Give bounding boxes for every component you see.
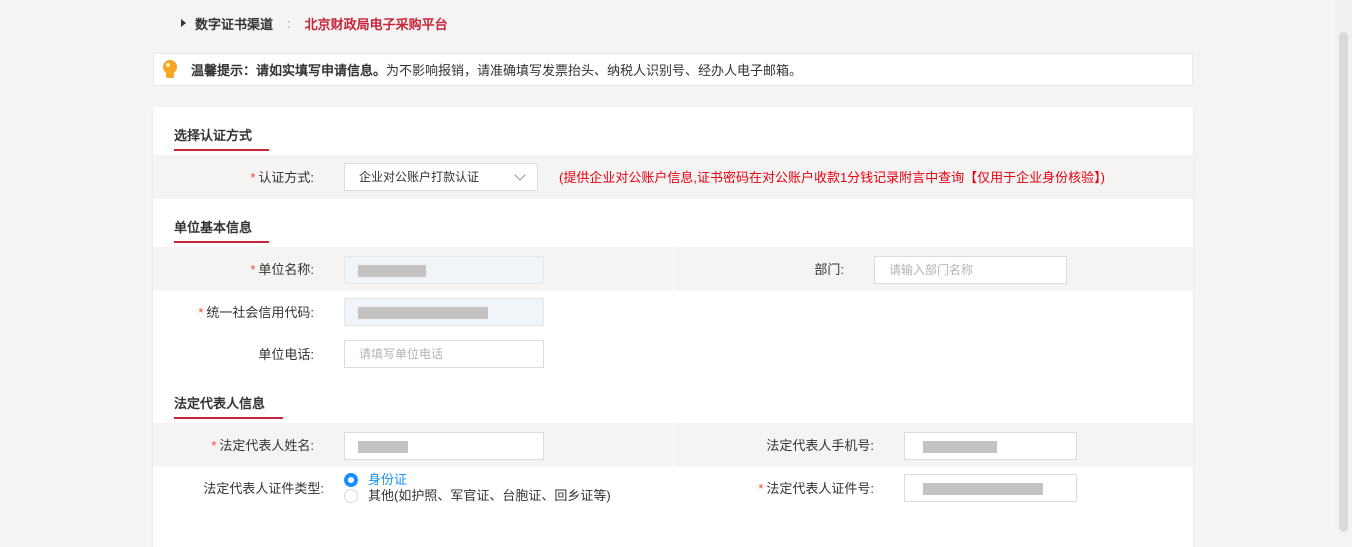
section-underline — [174, 241, 269, 243]
redacted-value — [923, 483, 1043, 495]
legal-mobile-label: 法定代表人手机号: — [766, 438, 874, 453]
credit-code-row: * 统一社会信用代码: — [153, 291, 1193, 335]
legal-id-type-label: 法定代表人证件类型: — [203, 481, 324, 496]
legal-name-input[interactable] — [344, 432, 544, 460]
section-title-legal: 法定代表人信息 — [174, 396, 266, 411]
scrollbar-thumb[interactable] — [1339, 32, 1348, 532]
application-form-card: 选择认证方式 * 认证方式: 企业对公账户打款认证 (提供企业对公账户信息,证书密… — [153, 107, 1193, 547]
org-name-field — [344, 256, 544, 284]
radio-label-other: 其他(如护照、军官证、台胞证、回乡证等) — [368, 488, 611, 503]
chevron-down-icon — [514, 169, 526, 181]
auth-method-value: 企业对公账户打款认证 — [359, 170, 480, 184]
org-name-row: * 单位名称: 部门: — [153, 247, 1193, 291]
radio-other-id[interactable]: 其他(如护照、军官证、台胞证、回乡证等) — [344, 488, 611, 504]
credit-code-label: * 统一社会信用代码: — [198, 305, 314, 320]
column-divider — [673, 423, 674, 467]
auth-method-select[interactable]: 企业对公账户打款认证 — [344, 163, 538, 191]
redacted-value — [358, 441, 408, 453]
column-divider — [673, 247, 674, 291]
channel-label: 数字证书渠道 — [195, 16, 274, 32]
legal-mobile-input[interactable] — [904, 432, 1077, 460]
tip-bold-text: 温馨提示：请如实填写申请信息。 — [191, 63, 387, 78]
credit-code-field — [344, 298, 544, 326]
dept-label: 部门: — [814, 262, 844, 277]
auth-method-row: * 认证方式: 企业对公账户打款认证 (提供企业对公账户信息,证书密码在对公账户收… — [153, 155, 1193, 199]
redacted-value — [923, 441, 997, 453]
cert-channel-line: 数字证书渠道 : 北京财政局电子采购平台 — [181, 14, 448, 32]
section-title-org: 单位基本信息 — [174, 220, 253, 235]
org-name-label: * 单位名称: — [250, 262, 314, 277]
org-phone-label: 单位电话: — [258, 347, 314, 362]
redacted-value — [358, 307, 488, 319]
radio-label-id-card: 身份证 — [368, 472, 408, 487]
channel-separator: : — [287, 15, 291, 31]
triangle-right-icon — [181, 19, 186, 27]
legal-name-row: * 法定代表人姓名: 法定代表人手机号: — [153, 423, 1193, 467]
legal-id-number-input[interactable] — [904, 474, 1077, 502]
section-underline — [174, 149, 269, 151]
org-phone-row: 单位电话: — [153, 333, 1193, 377]
radio-checked-icon — [344, 473, 358, 487]
section-underline — [174, 417, 283, 419]
radio-id-card[interactable]: 身份证 — [344, 472, 407, 488]
tip-banner: 温馨提示：请如实填写申请信息。 为不影响报销，请准确填写发票抬头、纳税人识别号、… — [153, 53, 1193, 86]
lightbulb-icon — [162, 59, 178, 80]
redacted-value — [358, 265, 426, 277]
channel-value: 北京财政局电子采购平台 — [304, 16, 448, 32]
radio-unchecked-icon — [344, 489, 358, 503]
org-phone-input[interactable] — [344, 340, 544, 368]
section-title-auth: 选择认证方式 — [174, 128, 253, 143]
legal-name-label: * 法定代表人姓名: — [211, 438, 314, 453]
legal-id-number-label: * 法定代表人证件号: — [758, 481, 874, 496]
page-scrollbar[interactable] — [1335, 0, 1352, 532]
dept-input[interactable] — [874, 256, 1067, 284]
auth-method-label: * 认证方式: — [250, 170, 314, 185]
auth-method-hint: (提供企业对公账户信息,证书密码在对公账户收款1分钱记录附言中查询【仅用于企业身… — [559, 170, 1106, 185]
tip-text: 为不影响报销，请准确填写发票抬头、纳税人识别号、经办人电子邮箱。 — [386, 63, 803, 78]
legal-id-row: 法定代表人证件类型: 身份证 其他(如护照、军官证、台胞证、回乡证等) * 法定代… — [153, 467, 1193, 511]
